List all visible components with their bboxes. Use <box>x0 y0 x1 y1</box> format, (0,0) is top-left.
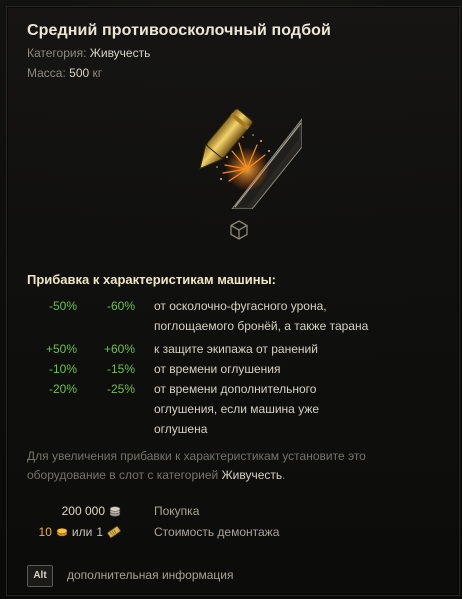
demount-gold-value: 10 <box>38 525 52 539</box>
bonus-value-improved: -60% <box>106 299 135 313</box>
bond-icon <box>107 526 121 538</box>
bonus-value-basic: -50% <box>48 299 77 313</box>
bonus-section-title: Прибавка к характеристикам машины: <box>27 272 276 287</box>
buy-price-row: 200 000 Покупка <box>7 504 459 522</box>
bonus-value-improved: +60% <box>103 342 135 356</box>
demount-bonds-value: 1 <box>96 525 103 539</box>
bonus-description: к защите экипажа от ранений <box>154 342 318 356</box>
bonus-description: от времени оглушения <box>154 362 281 376</box>
bonus-value-basic: -10% <box>48 362 77 376</box>
mass-label: Масса: <box>27 66 66 80</box>
buy-price-value: 200 000 <box>61 504 105 518</box>
slot-hint: Для увеличения прибавки к характеристика… <box>27 447 377 485</box>
buy-price-label: Покупка <box>154 504 200 518</box>
equipment-tooltip: Средний противоосколочный подбой Категор… <box>6 6 460 596</box>
alt-key-badge[interactable]: Alt <box>27 565 53 587</box>
mass-unit: кг <box>92 66 103 80</box>
bonus-row: -50% -60% от осколочно-фугасного урона, … <box>7 299 459 339</box>
category-line: Категория: Живучесть <box>27 46 150 60</box>
gold-icon <box>56 528 68 537</box>
bonus-value-basic: +50% <box>45 342 77 356</box>
3d-cube-icon[interactable] <box>229 219 249 241</box>
category-value: Живучесть <box>89 46 151 60</box>
category-label: Категория: <box>27 46 87 60</box>
bonus-value-improved: -25% <box>106 382 135 396</box>
bonus-value-basic: -20% <box>48 382 77 396</box>
mass-line: Масса: 500 кг <box>27 66 102 80</box>
demount-price-label: Стоимость демонтажа <box>154 525 280 539</box>
slot-hint-text: Для увеличения прибавки к характеристика… <box>27 449 366 482</box>
slot-hint-end: . <box>282 468 286 482</box>
credits-icon <box>109 505 121 517</box>
bonus-description: от осколочно-фугасного урона, поглощаемо… <box>154 299 369 333</box>
more-info-label: дополнительная информация <box>67 568 234 582</box>
slot-hint-category: Живучесть <box>221 468 283 482</box>
buy-price: 200 000 <box>62 504 121 518</box>
bonus-value-improved: -15% <box>106 362 135 376</box>
bonus-description: от времени дополнительного оглушения, ес… <box>154 382 320 436</box>
demount-price-row: 10 или 1 Стоимость демонтажа <box>7 525 459 543</box>
demount-price: 10 или 1 <box>39 525 121 539</box>
demount-or: или <box>71 525 93 539</box>
mass-value: 500 <box>69 66 90 80</box>
equipment-title: Средний противоосколочный подбой <box>27 22 331 39</box>
spall-liner-artwork <box>199 108 302 209</box>
